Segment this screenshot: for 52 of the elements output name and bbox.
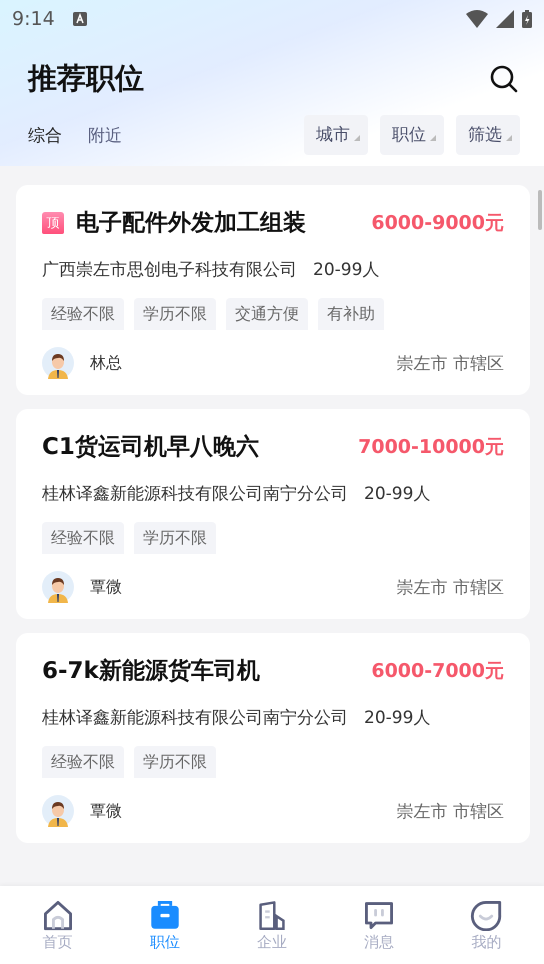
page-title: 推荐职位 — [28, 60, 145, 97]
avatar-icon — [42, 795, 74, 827]
avatar-icon — [42, 347, 74, 379]
avatar-icon — [42, 571, 74, 603]
job-tag: 交通方便 — [226, 298, 308, 330]
job-location: 崇左市 市辖区 — [396, 800, 504, 822]
smile-icon[interactable] — [470, 898, 502, 930]
job-card[interactable]: 顶 电子配件外发加工组装 6000-9000元 广西崇左市思创电子科技有限公司 20-99人 经验不限 学历不限 交通方便 有补助 林总 崇左市 市辖区 — [16, 185, 530, 395]
company-name: 桂林译鑫新能源科技有限公司南宁分公司 — [42, 483, 348, 505]
briefcase-icon[interactable] — [148, 898, 181, 930]
filter-dropdown[interactable]: 城市 — [304, 115, 368, 155]
signal-icon — [496, 10, 514, 28]
recruiter-name: 覃微 — [90, 800, 122, 822]
job-title: 6-7k新能源货车司机 — [42, 657, 260, 686]
sort-tab[interactable]: 综合 — [28, 124, 62, 146]
job-card[interactable]: C1货运司机早八晚六 7000-10000元 桂林译鑫新能源科技有限公司南宁分公司 20-99人 经验不限 学历不限 覃微 崇左市 市辖区 — [16, 409, 530, 619]
company-size: 20-99人 — [364, 707, 430, 729]
job-title: C1货运司机早八晚六 — [42, 433, 259, 462]
salary: 7000-10000元 — [358, 434, 504, 460]
caret-icon — [354, 135, 360, 141]
job-title: 电子配件外发加工组装 — [76, 209, 306, 238]
company-size: 20-99人 — [313, 259, 380, 281]
wifi-icon — [466, 10, 488, 28]
house-icon[interactable] — [42, 898, 74, 930]
caret-icon — [430, 135, 436, 141]
job-tag: 经验不限 — [42, 522, 124, 554]
recruiter-name: 覃微 — [90, 576, 122, 598]
recruiter-name: 林总 — [90, 352, 122, 374]
salary: 6000-7000元 — [371, 658, 504, 684]
job-tag: 学历不限 — [134, 522, 216, 554]
company-name: 广西崇左市思创电子科技有限公司 — [42, 259, 297, 281]
job-location: 崇左市 市辖区 — [396, 352, 504, 374]
caret-icon — [506, 135, 512, 141]
job-card[interactable]: 6-7k新能源货车司机 6000-7000元 桂林译鑫新能源科技有限公司南宁分公司 20-99人 经验不限 学历不限 覃微 崇左市 市辖区 — [16, 633, 530, 843]
filter-dropdown[interactable]: 职位 — [380, 115, 444, 155]
search-icon[interactable] — [490, 65, 518, 93]
job-tag: 经验不限 — [42, 298, 124, 330]
status-time: 9:14 — [12, 8, 55, 30]
battery-icon — [522, 10, 532, 28]
keyboard-icon — [72, 12, 87, 26]
job-tag: 有补助 — [318, 298, 384, 330]
job-tag: 学历不限 — [134, 746, 216, 778]
job-location: 崇左市 市辖区 — [396, 576, 504, 598]
filter-dropdown[interactable]: 筛选 — [456, 115, 520, 155]
sort-tab[interactable]: 附近 — [88, 124, 122, 146]
scroll-bar — [538, 190, 542, 230]
company-name: 桂林译鑫新能源科技有限公司南宁分公司 — [42, 707, 348, 729]
job-tag: 学历不限 — [134, 298, 216, 330]
job-tag: 经验不限 — [42, 746, 124, 778]
salary: 6000-9000元 — [371, 210, 504, 236]
company-size: 20-99人 — [364, 483, 430, 505]
pinned-badge: 顶 — [42, 212, 64, 234]
